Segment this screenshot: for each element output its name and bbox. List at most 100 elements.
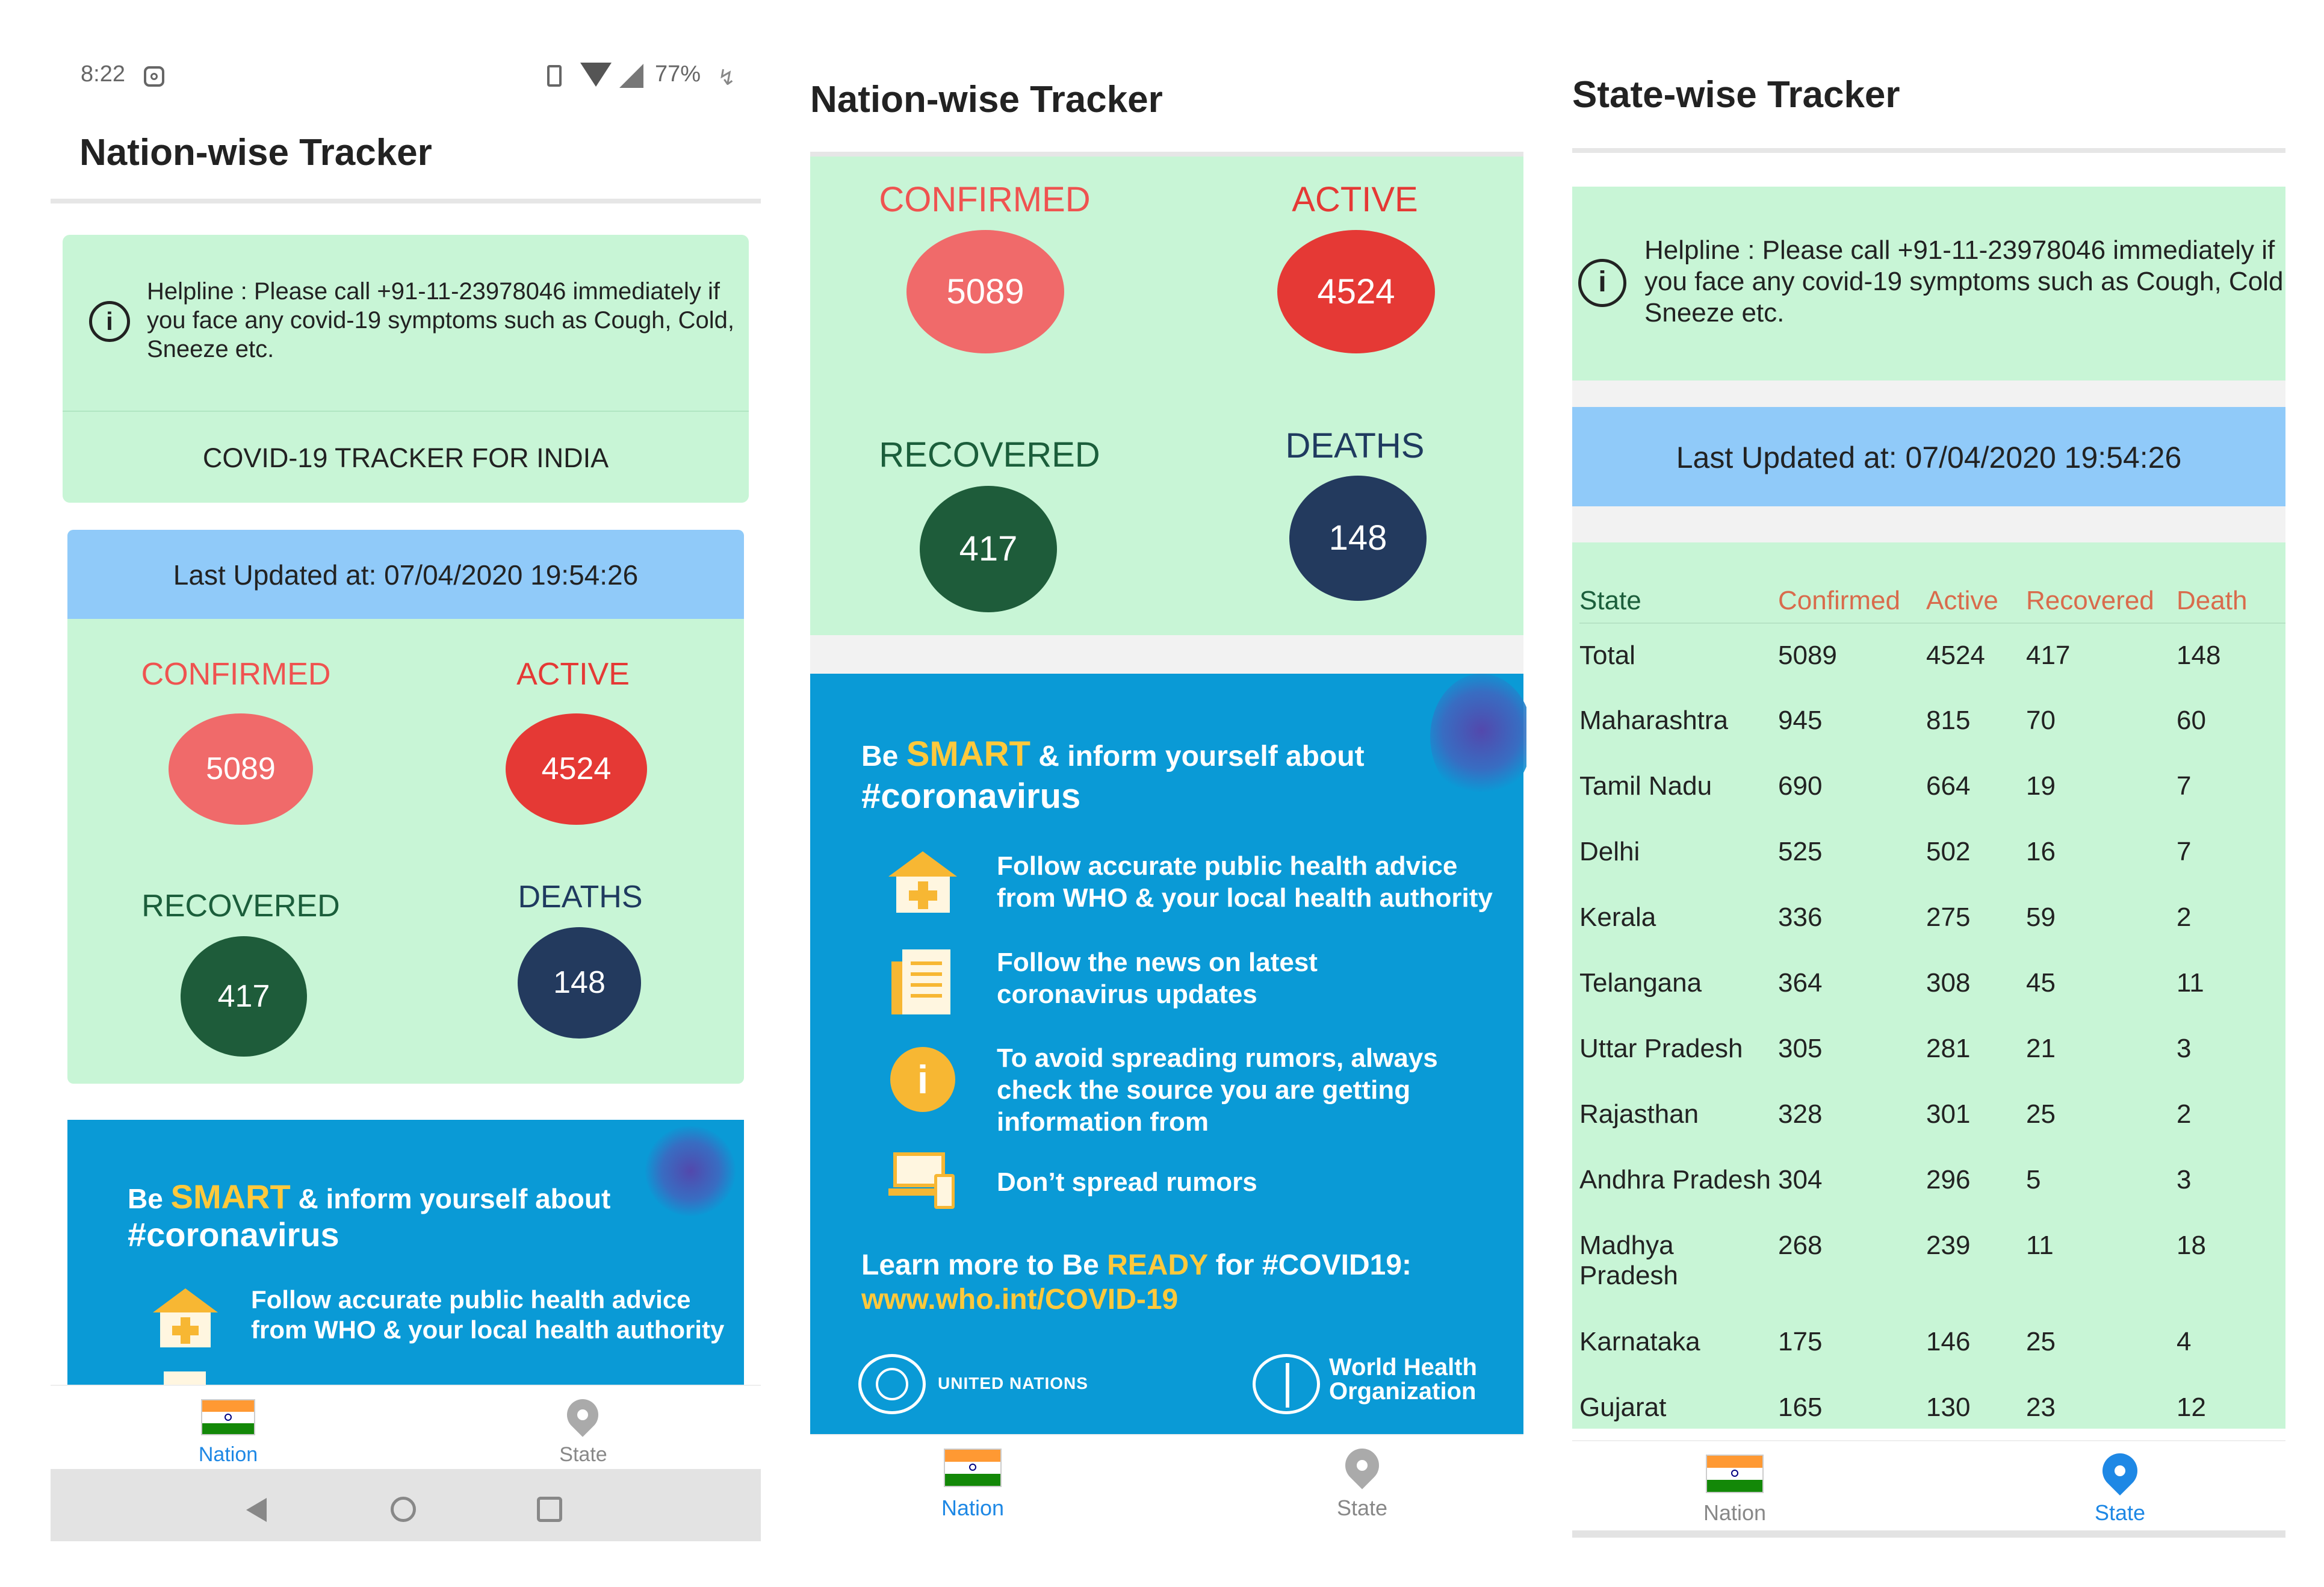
deaths-label: DEATHS bbox=[518, 880, 643, 915]
cell-death: 18 bbox=[2177, 1231, 2206, 1260]
cell-recovered: 16 bbox=[2026, 837, 2056, 866]
cell-death: 60 bbox=[2177, 706, 2206, 735]
card-divider bbox=[63, 411, 749, 412]
last-updated-text: Last Updated at: 07/04/2020 19:54:26 bbox=[173, 559, 639, 591]
table-row: Kerala 336 275 59 2 bbox=[1579, 886, 2285, 951]
india-flag-icon[interactable] bbox=[1706, 1455, 1764, 1493]
location-pin-icon[interactable] bbox=[560, 1393, 605, 1437]
cell-active: 308 bbox=[1926, 968, 1971, 998]
cell-active: 281 bbox=[1926, 1034, 1971, 1063]
page-title: State-wise Tracker bbox=[1572, 74, 1900, 116]
cell-active: 296 bbox=[1926, 1165, 1971, 1194]
who-poster: Be SMART & inform yourself about #corona… bbox=[67, 1120, 744, 1385]
bottom-nav: Nation State bbox=[1572, 1440, 2285, 1530]
bottom-nav: Nation State bbox=[51, 1385, 761, 1469]
charging-icon: ↯ bbox=[717, 65, 736, 90]
newspaper-icon bbox=[891, 949, 952, 1016]
who-label-1: World Health bbox=[1329, 1354, 1477, 1380]
who-smart: SMART bbox=[906, 734, 1030, 774]
col-active: Active bbox=[1926, 579, 2026, 624]
who-item-4-line1: Don’t spread rumors bbox=[997, 1167, 1257, 1197]
cell-active: 301 bbox=[1926, 1099, 1971, 1129]
location-pin-icon[interactable] bbox=[2095, 1446, 2145, 1496]
cell-death: 3 bbox=[2177, 1165, 2192, 1194]
cell-confirmed: 304 bbox=[1778, 1165, 1823, 1194]
nav-state[interactable]: State bbox=[2045, 1500, 2195, 1526]
who-item-1-line2: from WHO & your local health authority bbox=[251, 1315, 725, 1344]
cell-confirmed: 336 bbox=[1778, 902, 1823, 932]
india-flag-icon[interactable] bbox=[944, 1449, 1002, 1487]
cell-active: 130 bbox=[1926, 1393, 1971, 1422]
cell-confirmed: 690 bbox=[1778, 771, 1823, 801]
cell-active: 146 bbox=[1926, 1327, 1971, 1356]
cell-recovered: 25 bbox=[2026, 1327, 2056, 1356]
cell-confirmed: 525 bbox=[1778, 837, 1823, 866]
cell-death: 11 bbox=[2177, 968, 2204, 998]
state-table-card: State Confirmed Active Recovered Death T… bbox=[1572, 542, 2285, 1429]
india-flag-icon[interactable] bbox=[201, 1399, 255, 1435]
cell-active: 275 bbox=[1926, 902, 1971, 932]
cell-recovered: 70 bbox=[2026, 706, 2056, 735]
who-item-1-line1: Follow accurate public health advice bbox=[251, 1285, 691, 1314]
bottom-nav: Nation State bbox=[810, 1434, 1523, 1530]
active-label: ACTIVE bbox=[516, 657, 630, 692]
col-state: State bbox=[1579, 579, 1778, 624]
who-be: Be bbox=[128, 1183, 163, 1214]
stats-card: Last Updated at: 07/04/2020 19:54:26 CON… bbox=[67, 530, 744, 1084]
confirmed-label: CONFIRMED bbox=[879, 180, 1091, 219]
stats-card: CONFIRMED 5089 ACTIVE 4524 RECOVERED 417… bbox=[810, 157, 1523, 635]
who-hashtag: #coronavirus bbox=[861, 777, 1081, 816]
nav-state[interactable]: State bbox=[1287, 1495, 1437, 1521]
cell-active: 4524 bbox=[1926, 641, 1985, 670]
cell-death: 4 bbox=[2177, 1327, 2192, 1356]
col-death: Death bbox=[2177, 579, 2285, 624]
deaths-value: 148 bbox=[518, 927, 641, 1039]
tracker-title: COVID-19 TRACKER FOR INDIA bbox=[202, 443, 609, 473]
active-value: 4524 bbox=[1277, 230, 1435, 353]
nav-state[interactable]: State bbox=[508, 1443, 658, 1467]
confirmed-value: 5089 bbox=[906, 230, 1064, 353]
cell-death: 12 bbox=[2177, 1393, 2206, 1422]
recents-button-icon[interactable] bbox=[537, 1497, 562, 1522]
cell-confirmed: 165 bbox=[1778, 1393, 1823, 1422]
cell-state: Delhi bbox=[1579, 837, 1640, 866]
cell-state: Madhya Pradesh bbox=[1579, 1231, 1678, 1290]
who-url-link[interactable]: www.who.int/COVID-19 bbox=[861, 1283, 1178, 1316]
who-logo-icon bbox=[1253, 1354, 1320, 1414]
location-pin-icon[interactable] bbox=[1338, 1441, 1386, 1489]
active-value: 4524 bbox=[506, 713, 647, 825]
cell-confirmed: 305 bbox=[1778, 1034, 1823, 1063]
cell-confirmed: 175 bbox=[1778, 1327, 1823, 1356]
table-row: Uttar Pradesh 305 281 21 3 bbox=[1579, 1017, 2285, 1082]
who-item-2-line2: coronavirus updates bbox=[997, 980, 1257, 1009]
cell-confirmed: 364 bbox=[1778, 968, 1823, 998]
cell-death: 7 bbox=[2177, 837, 2192, 866]
home-button-icon[interactable] bbox=[391, 1497, 416, 1522]
cell-confirmed: 268 bbox=[1778, 1231, 1823, 1260]
confirmed-label: CONFIRMED bbox=[141, 657, 331, 692]
who-inform: & inform yourself about bbox=[1038, 741, 1365, 772]
who-item-3-line1: To avoid spreading rumors, always bbox=[997, 1043, 1438, 1073]
cell-state: Karnataka bbox=[1579, 1327, 1700, 1356]
who-smart: SMART bbox=[170, 1178, 291, 1216]
section-gap bbox=[810, 635, 1523, 674]
cell-active: 815 bbox=[1926, 706, 1971, 735]
cell-death: 2 bbox=[2177, 902, 2192, 932]
table-row: Delhi 525 502 16 7 bbox=[1579, 820, 2285, 886]
cell-death: 148 bbox=[2177, 641, 2221, 670]
table-row: Andhra Pradesh 304 296 5 3 bbox=[1579, 1148, 2285, 1214]
table-row: Rajasthan 328 301 25 2 bbox=[1579, 1082, 2285, 1148]
un-logo-icon bbox=[858, 1354, 926, 1414]
who-learn-pre: Learn more to Be bbox=[861, 1249, 1099, 1281]
nav-nation[interactable]: Nation bbox=[897, 1495, 1048, 1521]
wifi-icon bbox=[580, 63, 612, 87]
bottom-edge bbox=[1572, 1530, 2285, 1538]
nav-nation[interactable]: Nation bbox=[1659, 1500, 1810, 1526]
nav-nation[interactable]: Nation bbox=[153, 1443, 303, 1467]
info-icon: i bbox=[890, 1047, 955, 1112]
cell-active: 502 bbox=[1926, 837, 1971, 866]
vibrate-icon bbox=[547, 65, 562, 87]
who-learn-post: for #COVID19: bbox=[1215, 1249, 1412, 1281]
cell-active: 664 bbox=[1926, 771, 1971, 801]
back-button-icon[interactable] bbox=[246, 1498, 267, 1522]
